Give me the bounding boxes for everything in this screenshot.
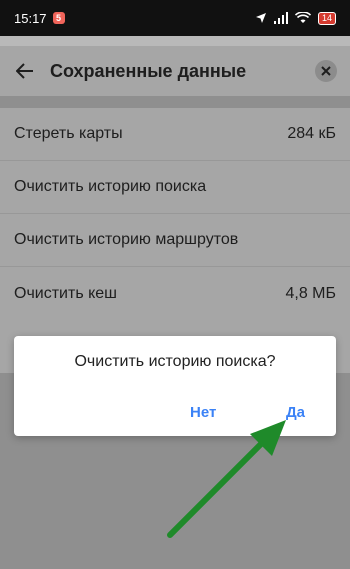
location-icon (255, 13, 266, 23)
list-item-value: 4,8 МБ (285, 284, 336, 302)
settings-list: Стереть карты 284 кБ Очистить историю по… (0, 108, 350, 373)
status-left: 15:17 5 (14, 11, 65, 26)
list-item-erase-maps[interactable]: Стереть карты 284 кБ (0, 108, 350, 161)
close-button[interactable] (315, 60, 337, 82)
status-time: 15:17 (14, 10, 47, 26)
list-item-clear-search-history[interactable]: Очистить историю поиска (0, 161, 350, 214)
close-icon (321, 66, 331, 76)
list-item-clear-route-history[interactable]: Очистить историю маршрутов (0, 214, 350, 267)
list-item-label: Очистить историю поиска (14, 178, 207, 195)
battery-indicator: 14 (317, 11, 336, 25)
back-button[interactable] (0, 46, 50, 96)
list-item-label: Стереть карты (14, 125, 123, 142)
list-item-label: Очистить кеш (14, 284, 118, 302)
dialog-message: Очистить историю поиска? (74, 353, 276, 370)
list-item-value: 284 кБ (287, 125, 336, 142)
status-right: 14 (255, 11, 336, 25)
arrow-left-icon (16, 63, 33, 79)
wifi-icon (294, 12, 311, 23)
page-title: Сохраненные данные (50, 60, 247, 81)
list-item-label: Очистить историю маршрутов (14, 231, 239, 248)
map-background (0, 36, 350, 46)
list-item-clear-cache[interactable]: Очистить кеш 4,8 МБ (0, 267, 350, 320)
status-bar: 15:17 5 14 (0, 0, 350, 36)
signal-icon (273, 12, 288, 24)
confirm-dialog: Очистить историю поиска? Нет Да (14, 336, 336, 436)
no-button[interactable]: Нет (190, 404, 216, 421)
yes-button[interactable]: Да (286, 404, 305, 421)
notification-badge: 5 (52, 12, 65, 24)
header: Сохраненные данные (0, 46, 350, 96)
